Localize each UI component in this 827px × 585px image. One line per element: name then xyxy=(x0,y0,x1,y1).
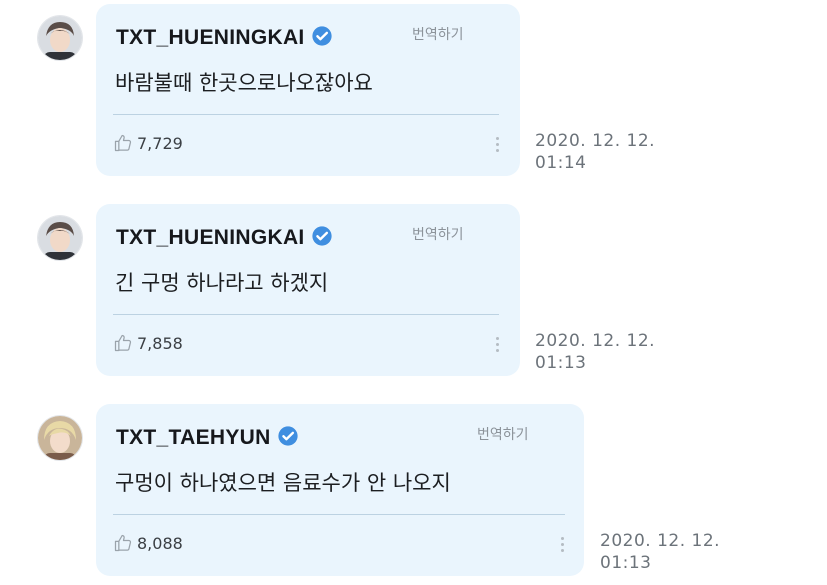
like-count: 7,729 xyxy=(137,133,183,153)
timestamp: 2020. 12. 12. 01:13 xyxy=(535,330,655,374)
like-button[interactable]: 7,858 xyxy=(113,332,183,354)
verified-badge-icon xyxy=(277,425,299,453)
timestamp-time: 01:14 xyxy=(535,153,587,173)
more-options-icon[interactable] xyxy=(561,537,565,552)
message-text: 긴 구멍 하나라고 하겠지 xyxy=(115,271,329,295)
username[interactable]: TXT_HUENINGKAI xyxy=(116,25,333,53)
thumbs-up-icon xyxy=(114,134,132,152)
timestamp: 2020. 12. 12. 01:13 xyxy=(600,530,720,574)
more-options-icon[interactable] xyxy=(496,337,500,352)
verified-badge-icon xyxy=(311,225,333,253)
avatar-image xyxy=(38,16,82,60)
message-bubble: TXT_HUENINGKAI 번역하기 긴 구멍 하나라고 하겠지 7,858 xyxy=(96,204,520,376)
divider xyxy=(113,314,499,315)
translate-button[interactable]: 번역하기 xyxy=(477,424,529,444)
more-options-icon[interactable] xyxy=(496,137,500,152)
like-button[interactable]: 7,729 xyxy=(113,132,183,154)
avatar[interactable] xyxy=(38,16,82,60)
like-count: 7,858 xyxy=(137,333,183,353)
avatar[interactable] xyxy=(38,216,82,260)
timestamp: 2020. 12. 12. 01:14 xyxy=(535,130,655,174)
timestamp-date: 2020. 12. 12. xyxy=(535,331,656,351)
like-count: 8,088 xyxy=(137,533,183,553)
message-text: 바람불때 한곳으로나오잖아요 xyxy=(115,71,373,95)
timestamp-date: 2020. 12. 12. xyxy=(600,531,721,551)
timestamp-time: 01:13 xyxy=(600,553,652,573)
avatar[interactable] xyxy=(38,416,82,460)
timestamp-date: 2020. 12. 12. xyxy=(535,131,656,151)
divider xyxy=(113,114,499,115)
username[interactable]: TXT_HUENINGKAI xyxy=(116,225,333,253)
message-bubble: TXT_TAEHYUN 번역하기 구멍이 하나였으면 음료수가 안 나오지 8,… xyxy=(96,404,584,576)
avatar-image xyxy=(38,216,82,260)
username[interactable]: TXT_TAEHYUN xyxy=(116,425,299,453)
translate-button[interactable]: 번역하기 xyxy=(412,24,464,44)
message-bubble: TXT_HUENINGKAI 번역하기 바람불때 한곳으로나오잖아요 7,729 xyxy=(96,4,520,176)
divider xyxy=(113,514,565,515)
message-text: 구멍이 하나였으면 음료수가 안 나오지 xyxy=(115,471,451,495)
timestamp-time: 01:13 xyxy=(535,353,587,373)
thumbs-up-icon xyxy=(114,534,132,552)
avatar-image xyxy=(38,416,82,460)
thumbs-up-icon xyxy=(114,334,132,352)
like-button[interactable]: 8,088 xyxy=(113,532,183,554)
verified-badge-icon xyxy=(311,25,333,53)
translate-button[interactable]: 번역하기 xyxy=(412,224,464,244)
